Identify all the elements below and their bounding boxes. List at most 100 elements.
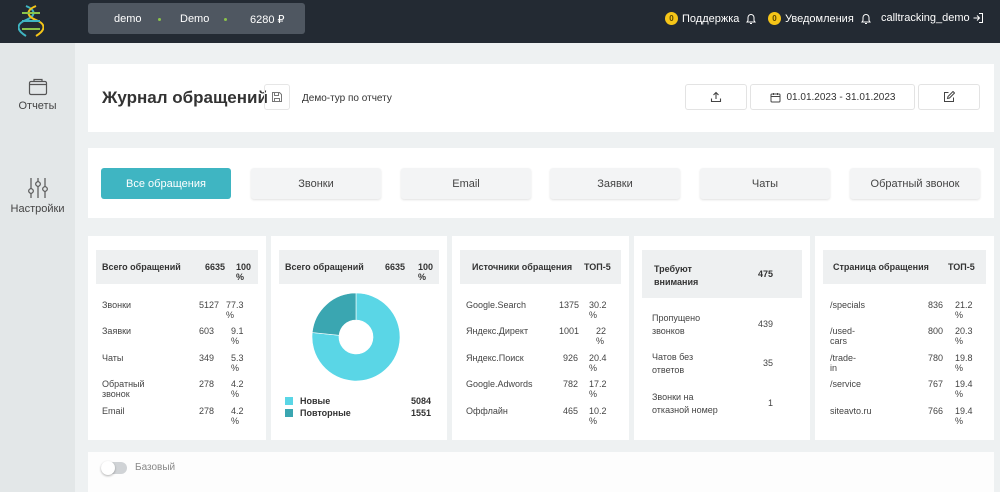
tab-callback[interactable]: Обратный звонок <box>850 168 980 199</box>
row-label: Звонки <box>102 300 132 310</box>
row-pct: 4.2 % <box>231 379 244 399</box>
row-label: Яндекс.Директ <box>466 326 529 336</box>
tab-requests[interactable]: Заявки <box>550 168 680 199</box>
account-balance: 6280 ₽ <box>250 14 285 26</box>
row-pct: 77.3 % <box>226 300 244 320</box>
date-range-text: 01.01.2023 - 31.01.2023 <box>786 91 896 103</box>
row-value: 278 <box>199 379 215 389</box>
tab-calls[interactable]: Звонки <box>251 168 381 199</box>
row-value: 1001 <box>559 326 580 336</box>
row-pct: 22 % <box>596 326 607 346</box>
donut-panel: Всего обращений 6635 100 % Новые 5084 По… <box>271 236 447 440</box>
tab-all[interactable]: Все обращения <box>101 168 231 199</box>
donut-header-pct: 100 % <box>418 262 434 282</box>
legend-label: Новые <box>300 396 331 406</box>
tab-email[interactable]: Email <box>401 168 531 199</box>
user-menu[interactable]: calltracking_demo <box>881 12 970 24</box>
row-pct: 20.4 % <box>589 353 607 373</box>
export-button[interactable] <box>685 84 747 110</box>
separator-dot <box>224 18 227 21</box>
row-label: Звонки на отказной номер <box>652 392 718 415</box>
edit-button[interactable] <box>918 84 980 110</box>
donut-chart <box>311 292 401 382</box>
row-pct: 17.2 % <box>589 379 607 399</box>
notifications-link[interactable]: 0 Уведомления <box>768 12 872 25</box>
upload-icon <box>710 91 722 103</box>
sliders-icon <box>27 178 48 198</box>
logout-icon[interactable] <box>972 12 984 24</box>
row-pct: 19.4 % <box>955 406 973 426</box>
support-label: Поддержка <box>682 12 740 25</box>
page-title: Журнал обращений <box>102 88 268 107</box>
notifications-badge: 0 <box>768 12 781 25</box>
bell-icon <box>746 13 757 24</box>
row-pct: 21.2 % <box>955 300 973 320</box>
row-value: 782 <box>563 379 579 389</box>
save-button[interactable] <box>264 84 290 110</box>
summary-header: Всего обращений 6635 100 % <box>96 250 258 284</box>
row-label: Яндекс.Поиск <box>466 353 524 363</box>
donut-header-label: Всего обращений <box>285 262 364 272</box>
attention-header-value: 475 <box>758 269 774 279</box>
row-value: 1375 <box>559 300 580 310</box>
row-pct: 30.2 % <box>589 300 607 320</box>
sources-header-value: ТОП-5 <box>584 262 611 272</box>
tab-chats[interactable]: Чаты <box>700 168 830 199</box>
row-label: Google.Adwords <box>466 379 533 389</box>
row-label: /specials <box>830 300 866 310</box>
row-label: Чатов без ответов <box>652 352 694 375</box>
row-pct: 10.2 % <box>589 406 607 426</box>
sidebar-item-settings[interactable]: Настройки <box>0 177 75 215</box>
pages-header-value: ТОП-5 <box>948 262 975 272</box>
base-toggle[interactable] <box>101 461 127 475</box>
row-label: Email <box>102 406 125 416</box>
sidebar-item-label: Настройки <box>10 203 65 215</box>
row-value: 278 <box>199 406 215 416</box>
edit-icon <box>944 91 955 102</box>
row-pct: 20.3 % <box>955 326 973 346</box>
date-range-picker[interactable]: 01.01.2023 - 31.01.2023 <box>750 84 915 110</box>
row-label: Чаты <box>102 353 124 363</box>
legend-value: 5084 <box>411 396 432 406</box>
donut-slice-repeat[interactable] <box>311 292 357 336</box>
row-value: 5127 <box>199 300 220 310</box>
row-pct: 19.4 % <box>955 379 973 399</box>
pages-panel: Страница обращения ТОП-5 /specials 836 2… <box>815 236 994 440</box>
floppy-icon <box>272 92 282 102</box>
row-value: 439 <box>758 319 774 329</box>
toggle-knob <box>101 461 115 475</box>
user-name: calltracking_demo <box>881 12 970 24</box>
notifications-label: Уведомления <box>785 12 854 25</box>
pages-header: Страница обращения ТОП-5 <box>823 250 986 284</box>
row-label: /service <box>830 379 862 389</box>
row-label: siteavto.ru <box>830 406 872 416</box>
row-label: Обратный звонок <box>102 379 145 399</box>
row-value: 603 <box>199 326 215 336</box>
summary-panel: Всего обращений 6635 100 % Звонки 5127 7… <box>88 236 266 440</box>
demo-tour-link[interactable]: Демо-тур по отчету <box>302 93 392 104</box>
sidebar: Отчеты Настройки <box>0 43 75 492</box>
legend-label: Повторные <box>300 408 351 418</box>
support-link[interactable]: 0 Поддержка <box>665 12 757 25</box>
legend-swatch <box>285 409 293 417</box>
donut-header: Всего обращений 6635 100 % <box>279 250 439 284</box>
row-value: 800 <box>928 326 944 336</box>
account-switcher[interactable]: demo Demo 6280 ₽ <box>88 3 305 34</box>
row-label: Оффлайн <box>466 406 508 416</box>
row-label: /used-cars <box>830 326 856 346</box>
bell-icon <box>860 13 871 24</box>
legend-swatch <box>285 397 293 405</box>
summary-header-value: 6635 <box>205 262 226 272</box>
row-value: 766 <box>928 406 944 416</box>
attention-panel: Требуют внимания 475 Пропущено звонков 4… <box>634 236 810 440</box>
bottom-strip <box>88 452 994 492</box>
sources-panel: Источники обращения ТОП-5 Google.Search … <box>452 236 629 440</box>
separator-dot <box>158 18 161 21</box>
report-header: Журнал обращений Демо-тур по отчету 01.0… <box>88 64 994 132</box>
row-value: 780 <box>928 353 944 363</box>
sidebar-item-label: Отчеты <box>18 100 57 112</box>
logo-icon[interactable] <box>18 4 44 38</box>
sidebar-item-reports[interactable]: Отчеты <box>0 78 75 112</box>
folder-icon <box>28 78 47 96</box>
attention-header-label: Требуют внимания <box>654 264 699 287</box>
